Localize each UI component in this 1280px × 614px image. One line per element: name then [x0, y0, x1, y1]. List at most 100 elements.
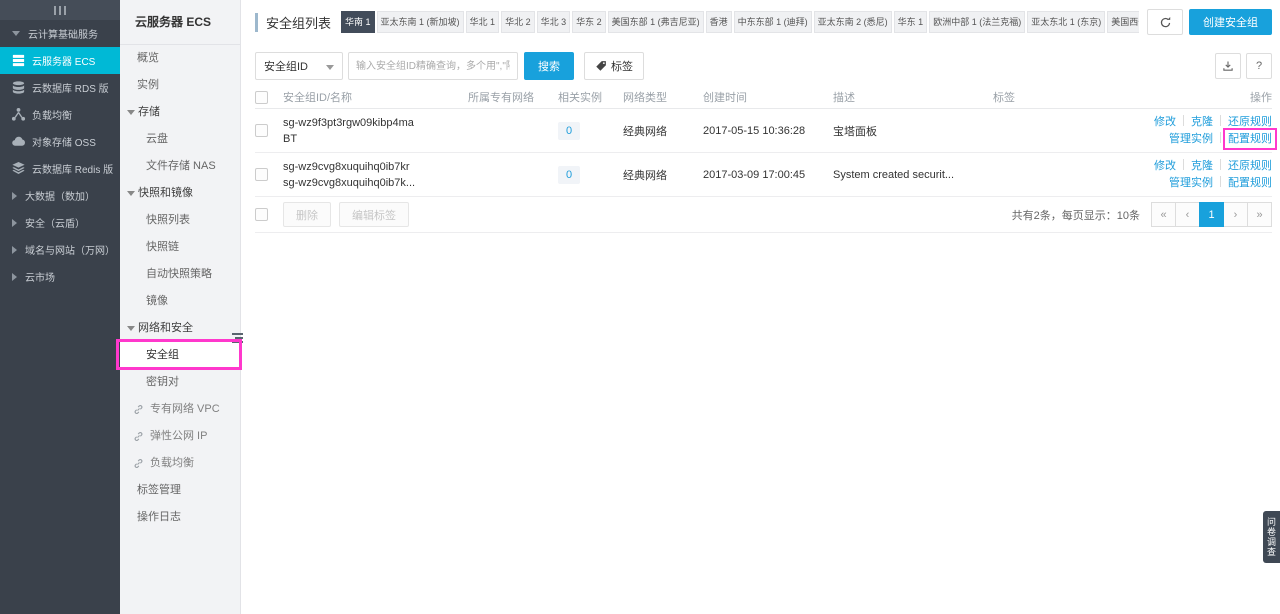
sidebar-collapse-toggle[interactable]: [0, 0, 120, 20]
clone-link[interactable]: 克隆: [1191, 116, 1213, 128]
tag-filter-button[interactable]: 标签: [584, 52, 644, 80]
modify-link[interactable]: 修改: [1154, 160, 1176, 172]
export-button[interactable]: [1215, 53, 1241, 79]
region-tab-frankfurt[interactable]: 欧洲中部 1 (法兰克福): [929, 11, 1026, 33]
pagination-prev[interactable]: ‹: [1175, 202, 1200, 227]
sidebar-item-snapshot-chain[interactable]: 快照链: [120, 234, 240, 261]
sidebar-item-operation-logs[interactable]: 操作日志: [120, 504, 240, 531]
sidebar-item-images[interactable]: 镜像: [120, 288, 240, 315]
sidebar-item-snapshot-list[interactable]: 快照列表: [120, 207, 240, 234]
region-tab-huabei-1[interactable]: 华北 1: [465, 11, 500, 33]
pagination-first[interactable]: «: [1151, 202, 1176, 227]
nav-item-slb[interactable]: 负载均衡: [0, 101, 120, 128]
nav-group-marketplace[interactable]: 云市场: [0, 263, 120, 290]
configure-rules-link[interactable]: 配置规则: [1228, 133, 1272, 145]
sidebar-item-vpc[interactable]: 专有网络 VPC: [120, 396, 240, 423]
region-tab-virginia[interactable]: 美国东部 1 (弗吉尼亚): [607, 11, 704, 33]
sidebar-group-network-security[interactable]: 网络和安全: [120, 315, 240, 342]
link-icon: [133, 431, 144, 442]
security-group-id[interactable]: sg-wz9cvg8xuquihq0ib7kr: [283, 159, 468, 175]
search-button[interactable]: 搜索: [524, 52, 574, 80]
select-all-checkbox[interactable]: [255, 208, 268, 221]
region-tab-huabei-3[interactable]: 华北 3: [536, 11, 571, 33]
row-checkbox[interactable]: [255, 168, 268, 181]
manage-instances-link[interactable]: 管理实例: [1169, 133, 1213, 145]
nav-item-redis[interactable]: 云数据库 Redis 版: [0, 155, 120, 182]
sidebar-item-overview[interactable]: 概览: [120, 45, 240, 72]
sidebar-group-storage[interactable]: 存储: [120, 99, 240, 126]
pagination-page-1[interactable]: 1: [1199, 202, 1224, 227]
survey-feedback-label: 问卷调查: [1266, 517, 1276, 557]
restore-rules-link[interactable]: 还原规则: [1228, 116, 1272, 128]
chevron-down-icon: [127, 110, 135, 115]
divider: [1220, 158, 1221, 170]
help-button[interactable]: ?: [1246, 53, 1272, 79]
secondary-sidebar-collapse-handle[interactable]: [229, 331, 243, 344]
sidebar-item-security-groups[interactable]: 安全组: [120, 342, 240, 369]
header-actions: 创建安全组: [1139, 9, 1272, 35]
modify-link[interactable]: 修改: [1154, 116, 1176, 128]
security-group-id-wrap[interactable]: BT: [283, 131, 468, 147]
cloud-icon: [10, 134, 26, 150]
row-checkbox[interactable]: [255, 124, 268, 137]
nav-group-domains[interactable]: 域名与网站（万网）: [0, 236, 120, 263]
hamburger-icon: [54, 5, 56, 15]
edit-tags-button[interactable]: 编辑标签: [339, 202, 409, 227]
security-group-name[interactable]: sg-wz9cvg8xuquihq0ib7k...: [283, 175, 468, 191]
region-tab-singapore[interactable]: 亚太东南 1 (新加坡): [376, 11, 464, 33]
region-tab-huadong-1[interactable]: 华东 1: [893, 11, 928, 33]
refresh-button[interactable]: [1147, 9, 1183, 35]
region-tab-silicon-valley[interactable]: 美国西部 1 (硅谷): [1107, 11, 1139, 33]
sidebar-group-snapshots-images[interactable]: 快照和镜像: [120, 180, 240, 207]
related-instances-count[interactable]: 0: [558, 121, 581, 140]
sidebar-item-auto-snapshot-policy[interactable]: 自动快照策略: [120, 261, 240, 288]
sidebar-item-slb[interactable]: 负载均衡: [120, 450, 240, 477]
region-tab-dubai[interactable]: 中东东部 1 (迪拜): [733, 11, 812, 33]
region-tab-huabei-2[interactable]: 华北 2: [501, 11, 535, 33]
nav-item-label: 云数据库 RDS 版: [32, 84, 109, 95]
nav-item-rds[interactable]: 云数据库 RDS 版: [0, 74, 120, 101]
sidebar-item-tag-management[interactable]: 标签管理: [120, 477, 240, 504]
sidebar-item-key-pairs[interactable]: 密钥对: [120, 369, 240, 396]
region-tabs: 华南 1 亚太东南 1 (新加坡) 华北 1 华北 2 华北 3 华东 2 美国…: [341, 11, 1139, 33]
delete-button[interactable]: 删除: [283, 202, 331, 227]
nav-group-bigdata[interactable]: 大数据（数加）: [0, 182, 120, 209]
region-tab-tokyo[interactable]: 亚太东北 1 (东京): [1027, 11, 1106, 33]
region-tab-sydney[interactable]: 亚太东南 2 (悉尼): [813, 11, 892, 33]
chevron-right-icon: [12, 272, 17, 281]
nav-group-label: 大数据（数加）: [25, 192, 95, 203]
tag-icon: [595, 60, 607, 72]
cell-description: 宝塔面板: [833, 125, 877, 138]
sidebar-item-eip[interactable]: 弹性公网 IP: [120, 423, 240, 450]
search-input[interactable]: [348, 52, 518, 80]
nav-group-cloud-basics[interactable]: 云计算基础服务: [0, 20, 120, 47]
page-header: 安全组列表 华南 1 亚太东南 1 (新加坡) 华北 1 华北 2 华北 3 华…: [241, 0, 1280, 35]
divider: [1183, 114, 1184, 126]
pagination-last[interactable]: »: [1247, 202, 1272, 227]
security-group-id[interactable]: sg-wz9f3pt3rgw09kibp4ma: [283, 115, 468, 131]
region-tab-huadong-2[interactable]: 华东 2: [572, 11, 606, 33]
nav-group-label: 云计算基础服务: [28, 30, 98, 41]
related-instances-count[interactable]: 0: [558, 165, 581, 184]
create-security-group-button[interactable]: 创建安全组: [1189, 9, 1272, 35]
chevron-right-icon: [12, 191, 17, 200]
nav-item-ecs[interactable]: 云服务器 ECS: [0, 47, 120, 74]
sidebar-item-instances[interactable]: 实例: [120, 72, 240, 99]
pagination-next[interactable]: ›: [1223, 202, 1248, 227]
configure-rules-link[interactable]: 配置规则: [1228, 177, 1272, 189]
manage-instances-link[interactable]: 管理实例: [1169, 177, 1213, 189]
page-title: 安全组列表: [255, 12, 331, 32]
search-toolbar: 安全组ID 搜索 标签 ?: [241, 35, 1280, 80]
filter-field-select[interactable]: 安全组ID: [255, 52, 343, 80]
region-tab-hongkong[interactable]: 香港: [705, 11, 732, 33]
sidebar-item-nas[interactable]: 文件存储 NAS: [120, 153, 240, 180]
clone-link[interactable]: 克隆: [1191, 160, 1213, 172]
nav-group-security[interactable]: 安全（云盾）: [0, 209, 120, 236]
sidebar-item-disks[interactable]: 云盘: [120, 126, 240, 153]
restore-rules-link[interactable]: 还原规则: [1228, 160, 1272, 172]
region-tab-huanan-1[interactable]: 华南 1: [341, 11, 375, 33]
survey-feedback-tab[interactable]: 问卷调查: [1263, 511, 1280, 563]
select-all-checkbox[interactable]: [255, 90, 268, 104]
database-icon: [10, 80, 26, 96]
nav-item-oss[interactable]: 对象存储 OSS: [0, 128, 120, 155]
